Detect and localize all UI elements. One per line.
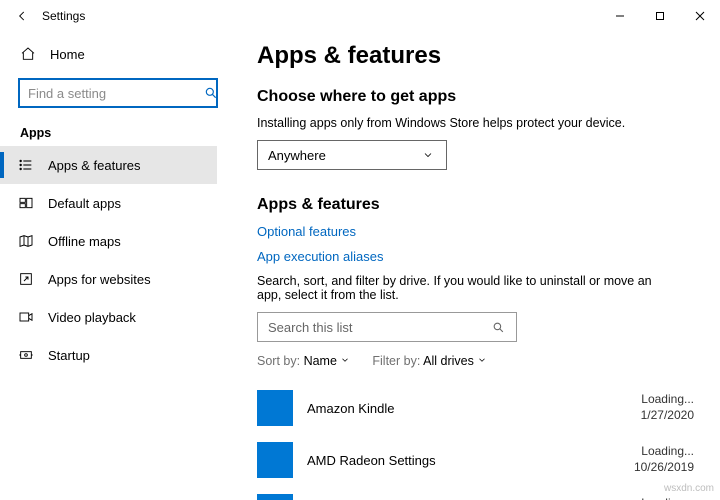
sort-filter-bar: Sort by: Name Filter by: All drives xyxy=(257,354,702,368)
window-buttons xyxy=(600,2,720,30)
app-status: Loading... xyxy=(641,392,694,408)
app-execution-aliases-link[interactable]: App execution aliases xyxy=(257,249,702,264)
app-name: AMD Radeon Settings xyxy=(307,453,436,468)
app-row[interactable]: AMD Radeon Settings Loading... 10/26/201… xyxy=(257,434,702,486)
sidebar-item-video-playback[interactable]: Video playback xyxy=(0,298,217,336)
sort-by-dropdown[interactable]: Sort by: Name xyxy=(257,354,350,368)
launch-icon xyxy=(18,271,34,287)
sidebar-item-offline-maps[interactable]: Offline maps xyxy=(0,222,217,260)
app-status: Loading... xyxy=(634,444,694,460)
app-tile-icon xyxy=(257,494,293,500)
close-button[interactable] xyxy=(680,2,720,30)
install-help: Installing apps only from Windows Store … xyxy=(257,116,702,130)
chevron-down-icon xyxy=(340,354,350,368)
sidebar-item-apps-websites[interactable]: Apps for websites xyxy=(0,260,217,298)
app-status: Loading... xyxy=(635,496,694,500)
sidebar: Home Apps Apps & features Default apps xyxy=(0,32,225,500)
sidebar-item-label: Apps for websites xyxy=(48,272,151,287)
app-tile-icon xyxy=(257,442,293,478)
app-row[interactable]: Bulk Rename Utility 3.3.1.0 (64-bit) Loa… xyxy=(257,486,702,500)
sidebar-item-label: Apps & features xyxy=(48,158,141,173)
app-name: Amazon Kindle xyxy=(307,401,394,416)
home-label: Home xyxy=(50,47,85,62)
home-icon xyxy=(20,46,36,62)
app-tile-icon xyxy=(257,390,293,426)
filter-label: Filter by: xyxy=(372,354,420,368)
sort-value: Name xyxy=(304,354,337,368)
list-search-placeholder: Search this list xyxy=(268,320,353,335)
sidebar-item-label: Default apps xyxy=(48,196,121,211)
chevron-down-icon xyxy=(420,147,436,163)
app-row[interactable]: Amazon Kindle Loading... 1/27/2020 xyxy=(257,382,702,434)
app-date: 1/27/2020 xyxy=(641,408,694,424)
maximize-button[interactable] xyxy=(640,2,680,30)
watermark: wsxdn.com xyxy=(664,483,714,494)
sidebar-item-label: Startup xyxy=(48,348,90,363)
search-icon xyxy=(490,319,506,335)
arrow-left-icon xyxy=(14,8,30,24)
map-icon xyxy=(18,233,34,249)
sort-label: Sort by: xyxy=(257,354,300,368)
filter-value: All drives xyxy=(423,354,474,368)
search-icon xyxy=(204,85,218,101)
app-date: 10/26/2019 xyxy=(634,460,694,476)
titlebar: Settings xyxy=(0,0,720,32)
sidebar-heading: Apps xyxy=(0,122,217,146)
window-title: Settings xyxy=(42,9,85,23)
optional-features-link[interactable]: Optional features xyxy=(257,224,702,239)
page-title: Apps & features xyxy=(257,42,702,70)
app-list-search[interactable]: Search this list xyxy=(257,312,517,342)
find-setting-search[interactable] xyxy=(18,78,218,108)
sidebar-item-label: Video playback xyxy=(48,310,136,325)
find-setting-input[interactable] xyxy=(28,86,204,101)
minimize-button[interactable] xyxy=(600,2,640,30)
back-button[interactable] xyxy=(8,2,36,30)
choose-heading: Choose where to get apps xyxy=(257,88,702,106)
install-source-dropdown[interactable]: Anywhere xyxy=(257,140,447,170)
sidebar-item-default-apps[interactable]: Default apps xyxy=(0,184,217,222)
chevron-down-icon xyxy=(477,354,487,368)
dropdown-value: Anywhere xyxy=(268,148,326,163)
list-icon xyxy=(18,157,34,173)
defaults-icon xyxy=(18,195,34,211)
sidebar-item-label: Offline maps xyxy=(48,234,121,249)
search-help-text: Search, sort, and filter by drive. If yo… xyxy=(257,274,677,302)
sidebar-item-home[interactable]: Home xyxy=(0,36,217,72)
main-content: Apps & features Choose where to get apps… xyxy=(225,32,720,500)
startup-icon xyxy=(18,347,34,363)
filter-by-dropdown[interactable]: Filter by: All drives xyxy=(372,354,487,368)
sidebar-item-apps-features[interactable]: Apps & features xyxy=(0,146,217,184)
features-heading: Apps & features xyxy=(257,196,702,214)
sidebar-item-startup[interactable]: Startup xyxy=(0,336,217,374)
video-icon xyxy=(18,309,34,325)
